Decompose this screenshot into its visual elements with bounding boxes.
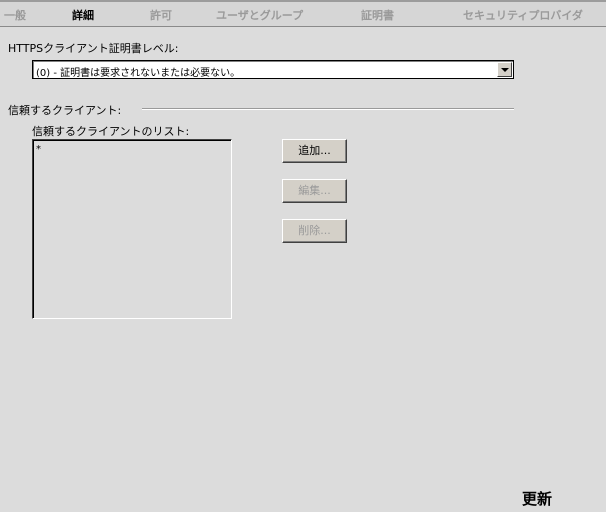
tab-bar: 一般 詳細 許可 ユーザとグループ 証明書 セキュリティプロバイダ xyxy=(0,0,606,27)
chevron-down-icon[interactable] xyxy=(497,62,512,77)
https-level-value: (0) - 証明書は要求されないまたは必要ない。 xyxy=(36,68,241,79)
section-divider xyxy=(142,108,514,110)
list-item[interactable]: * xyxy=(36,144,41,155)
trusted-clients-section-label: 信頼するクライアント: xyxy=(8,104,122,117)
tab-general[interactable]: 一般 xyxy=(4,7,26,23)
delete-button[interactable]: 削除... xyxy=(282,219,347,243)
tab-security-providers[interactable]: セキュリティプロバイダ xyxy=(463,7,583,23)
trusted-clients-list-label: 信頼するクライアントのリスト: xyxy=(32,125,190,138)
https-level-dropdown[interactable]: (0) - 証明書は要求されないまたは必要ない。 xyxy=(32,60,514,79)
edit-button[interactable]: 編集... xyxy=(282,179,347,203)
add-button[interactable]: 追加... xyxy=(282,139,347,163)
update-button[interactable]: 更新 xyxy=(522,488,552,509)
tab-details[interactable]: 詳細 xyxy=(72,7,94,23)
tab-bar-top-line xyxy=(0,0,606,2)
tab-certificates[interactable]: 証明書 xyxy=(361,7,394,23)
tab-permissions[interactable]: 許可 xyxy=(150,7,172,23)
https-level-label: HTTPSクライアント証明書レベル: xyxy=(8,42,179,55)
tab-users-and-groups[interactable]: ユーザとグループ xyxy=(216,7,303,23)
trusted-clients-list[interactable]: * xyxy=(32,139,232,319)
